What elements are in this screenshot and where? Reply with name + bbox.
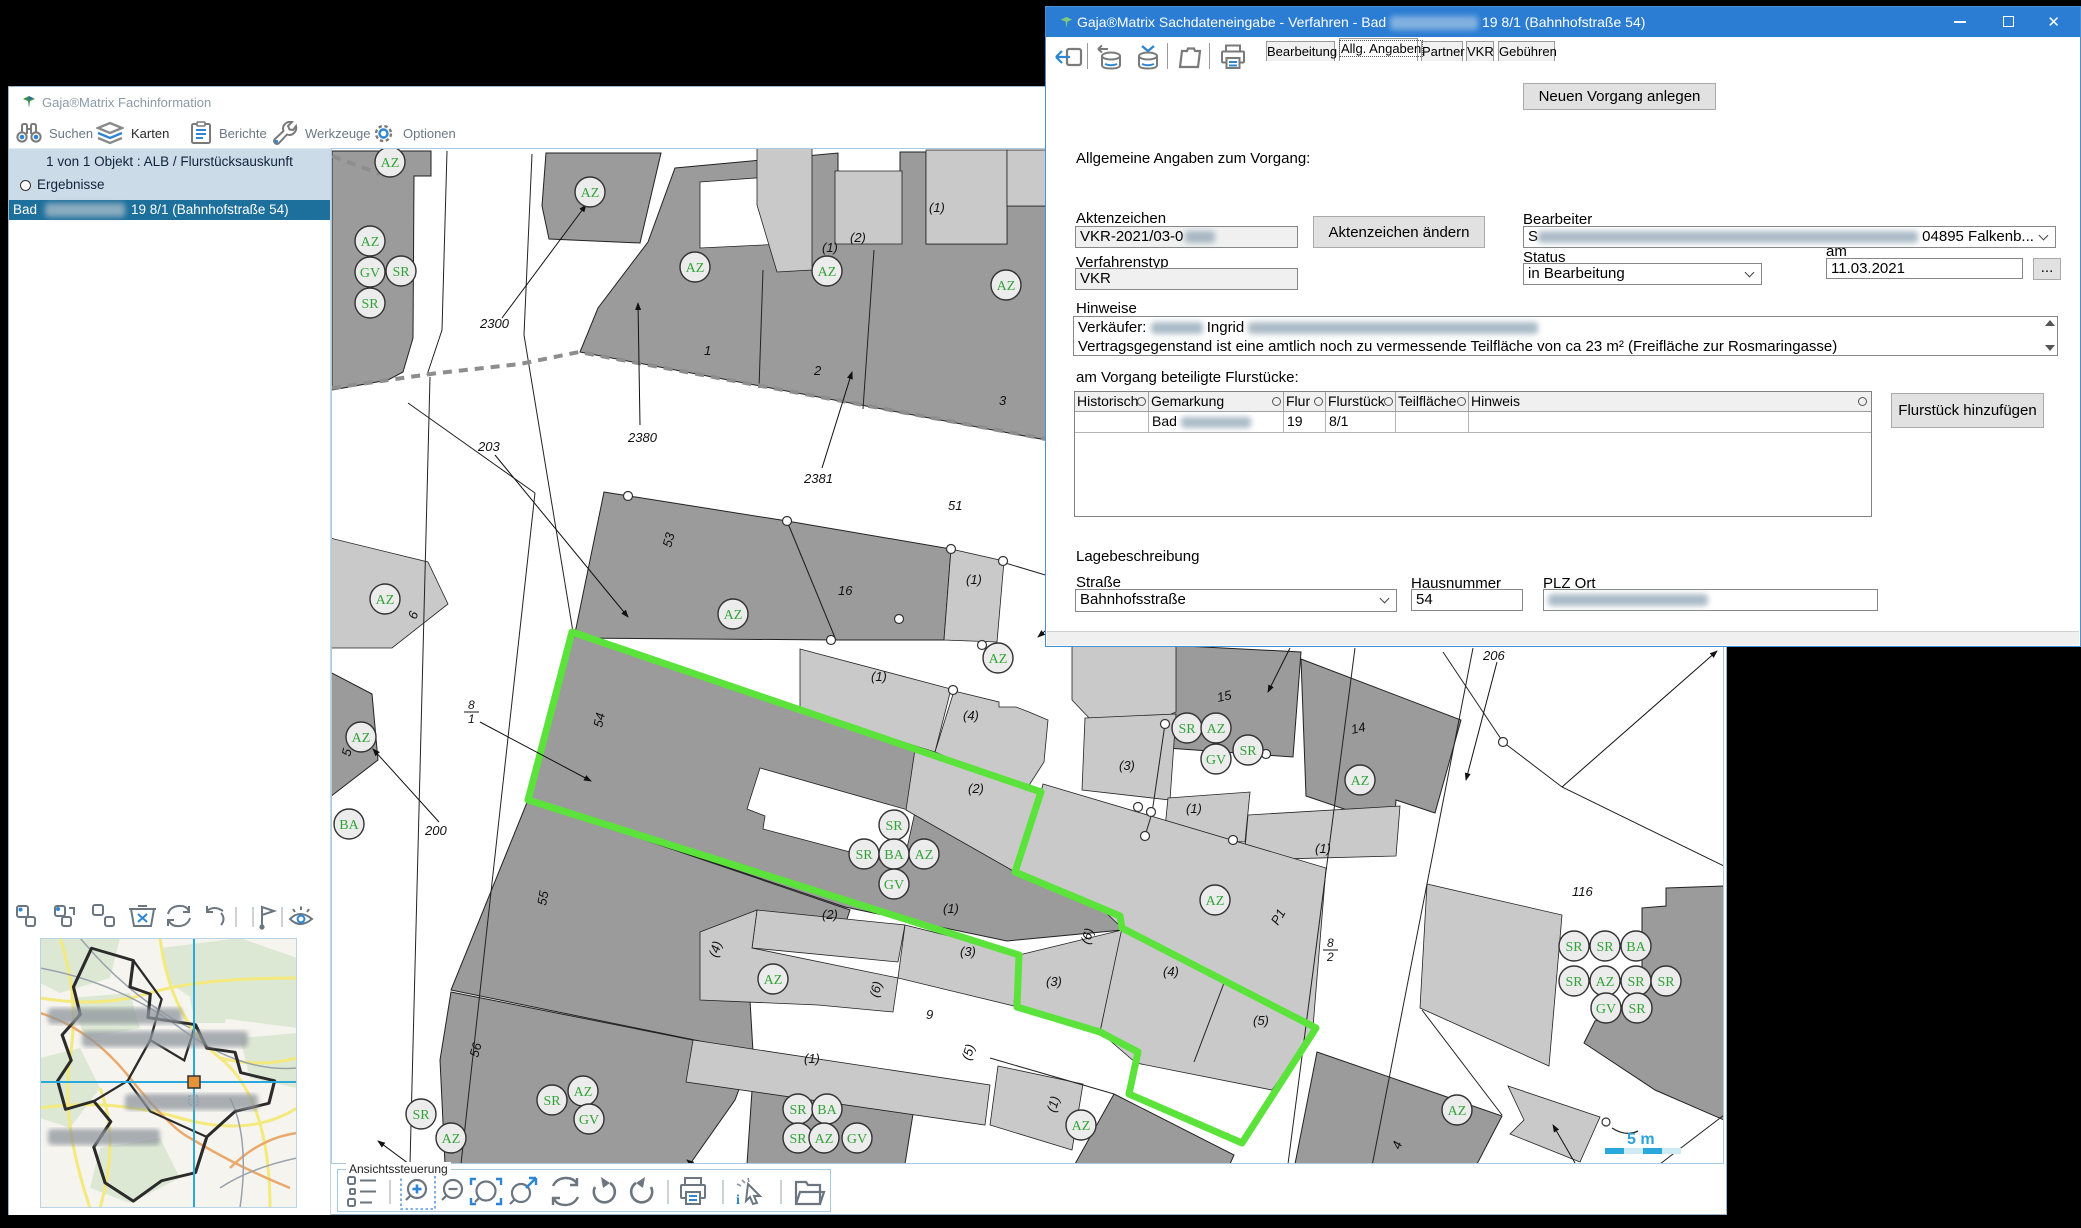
svg-text:AZ: AZ: [686, 261, 705, 276]
svg-text:SR: SR: [789, 1132, 807, 1147]
svg-text:5 m: 5 m: [1627, 1131, 1655, 1148]
svg-text:SR: SR: [1565, 975, 1583, 990]
svg-text:GV: GV: [579, 1113, 599, 1128]
svg-text:GV: GV: [884, 878, 904, 893]
svg-text:GV: GV: [360, 266, 380, 281]
svg-text:AZ: AZ: [815, 1132, 834, 1147]
svg-text:AZ: AZ: [818, 265, 837, 280]
svg-text:(2): (2): [822, 907, 838, 922]
svg-text:203: 203: [477, 439, 500, 454]
svg-text:(1): (1): [929, 200, 945, 215]
svg-text:SR: SR: [1627, 975, 1645, 990]
svg-text:AZ: AZ: [1351, 774, 1370, 789]
svg-text:AZ: AZ: [352, 731, 371, 746]
svg-text:AZ: AZ: [1207, 722, 1226, 737]
svg-text:3: 3: [999, 393, 1007, 408]
svg-text:51: 51: [948, 498, 962, 513]
svg-text:i: i: [736, 1193, 740, 1208]
svg-text:2380: 2380: [627, 430, 658, 445]
svg-text:(3): (3): [1119, 758, 1135, 773]
svg-text:9: 9: [926, 1007, 933, 1022]
svg-text:14: 14: [1350, 719, 1367, 737]
svg-text:SR: SR: [1657, 975, 1675, 990]
svg-text:(5): (5): [1253, 1013, 1269, 1028]
svg-text:(2): (2): [968, 781, 984, 796]
svg-text:BA: BA: [1626, 940, 1646, 955]
svg-text:54: 54: [590, 711, 608, 728]
svg-text:(1): (1): [1186, 801, 1202, 816]
svg-text:(1): (1): [966, 572, 982, 587]
svg-text:BA: BA: [884, 848, 904, 863]
svg-text:AZ: AZ: [376, 593, 395, 608]
svg-text:GV: GV: [1206, 753, 1226, 768]
svg-text:2381: 2381: [803, 471, 833, 486]
svg-text:SR: SR: [1239, 744, 1257, 759]
svg-text:2: 2: [1326, 950, 1334, 964]
svg-text:SR: SR: [855, 848, 873, 863]
svg-text:GV: GV: [847, 1132, 867, 1147]
svg-text:1: 1: [468, 712, 475, 726]
svg-text:2300: 2300: [479, 316, 510, 331]
svg-text:SR: SR: [392, 265, 410, 280]
svg-text:AZ: AZ: [581, 186, 600, 201]
svg-text:SR: SR: [412, 1108, 430, 1123]
svg-text:(1): (1): [804, 1051, 820, 1066]
svg-text:SR: SR: [1178, 722, 1196, 737]
svg-text:(3): (3): [960, 944, 976, 959]
svg-text:SR: SR: [543, 1094, 561, 1109]
svg-text:1: 1: [704, 343, 711, 358]
svg-text:AZ: AZ: [361, 235, 380, 250]
svg-text:(1): (1): [822, 240, 838, 255]
svg-text:(3): (3): [1046, 974, 1062, 989]
svg-text:AZ: AZ: [1206, 894, 1225, 909]
svg-text:AZ: AZ: [574, 1085, 593, 1100]
svg-text:8: 8: [468, 698, 475, 712]
svg-text:(4): (4): [1163, 964, 1179, 979]
svg-text:SR: SR: [361, 297, 379, 312]
svg-text:AZ: AZ: [442, 1132, 461, 1147]
svg-text:SR: SR: [789, 1103, 807, 1118]
svg-text:BA: BA: [339, 818, 359, 833]
svg-text:AZ: AZ: [1448, 1104, 1467, 1119]
svg-text:8: 8: [1327, 936, 1334, 950]
svg-text:(4): (4): [963, 708, 979, 723]
svg-text:200: 200: [424, 823, 447, 838]
svg-text:AZ: AZ: [997, 279, 1016, 294]
svg-text:SR: SR: [885, 819, 903, 834]
svg-text:SR: SR: [1596, 940, 1614, 955]
svg-text:AZ: AZ: [1072, 1119, 1091, 1134]
svg-text:16: 16: [838, 583, 853, 598]
svg-text:SR: SR: [1565, 940, 1583, 955]
svg-text:AZ: AZ: [724, 608, 743, 623]
svg-text:AZ: AZ: [1596, 975, 1615, 990]
svg-text:AZ: AZ: [764, 973, 783, 988]
svg-text:SR: SR: [1628, 1002, 1646, 1017]
svg-text:AZ: AZ: [989, 652, 1008, 667]
svg-text:AZ: AZ: [915, 848, 934, 863]
svg-text:206: 206: [1482, 648, 1505, 663]
svg-text:2: 2: [813, 363, 822, 378]
svg-text:(1): (1): [871, 669, 887, 684]
svg-text:116: 116: [1572, 884, 1593, 899]
svg-text:AZ: AZ: [381, 156, 400, 171]
svg-text:(1): (1): [1315, 841, 1331, 856]
svg-text:BA: BA: [817, 1103, 837, 1118]
svg-text:(1): (1): [943, 901, 959, 916]
svg-text:GV: GV: [1596, 1002, 1616, 1017]
svg-text:(2): (2): [850, 230, 866, 245]
